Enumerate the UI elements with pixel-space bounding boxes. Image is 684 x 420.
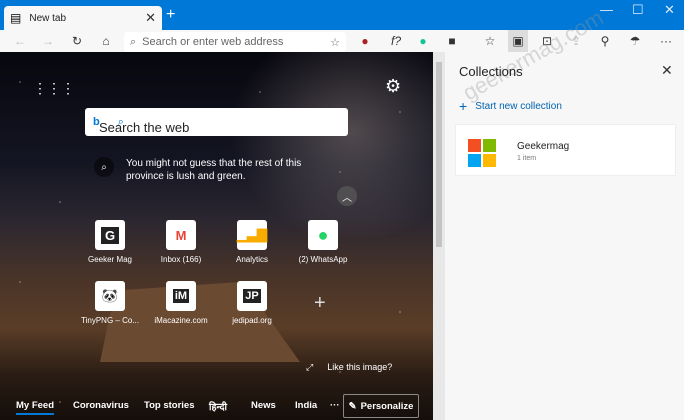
expand-icon: ⤢ xyxy=(306,362,314,372)
collection-count: 1 item xyxy=(517,155,537,162)
feed-more-button[interactable]: ··· xyxy=(330,400,340,411)
new-tab-button[interactable]: + xyxy=(166,6,175,24)
quick-link-imacazine[interactable]: iM iMacazine.com xyxy=(145,281,217,325)
newtab-page-icon: ▤ xyxy=(10,11,22,25)
pencil-icon: ✎ xyxy=(348,400,357,412)
close-panel-icon[interactable]: ✕ xyxy=(661,62,673,79)
home-button[interactable]: ⌂ xyxy=(96,30,116,52)
feed-tab-india[interactable]: India xyxy=(295,400,317,411)
mercury-extension-icon[interactable]: ■ xyxy=(442,30,462,52)
whatsapp-icon: ● xyxy=(308,220,338,250)
tinypng-icon: 🐼 xyxy=(95,281,125,311)
microsoft-logo-icon xyxy=(468,139,496,167)
quick-link-jedipad[interactable]: JP jedipad.org xyxy=(216,281,288,325)
start-new-collection-label: Start new collection xyxy=(475,100,562,112)
minimize-button[interactable]: — xyxy=(600,2,613,17)
image-hint-text: You might not guess that the rest of thi… xyxy=(126,158,302,182)
more-menu-icon[interactable]: ··· xyxy=(656,30,676,52)
function-extension-icon[interactable]: f? xyxy=(386,30,406,52)
refresh-button[interactable]: ↻ xyxy=(67,30,87,52)
feed-tab-my-feed[interactable]: My Feed xyxy=(16,400,55,415)
collection-item[interactable]: Geekermag 1 item xyxy=(455,124,676,176)
favorite-star-icon[interactable]: ☆ xyxy=(330,36,340,49)
search-placeholder: Search the web xyxy=(99,120,190,135)
geekermag-icon: G xyxy=(100,226,120,244)
personalize-label: Personalize xyxy=(360,400,414,412)
feed-tab-top-stories[interactable]: Top stories xyxy=(144,400,195,411)
new-tab-page: ⋮⋮⋮ ⚙ Search the web b ⌕ ⌕ You might not… xyxy=(0,52,433,420)
search-icon: ⌕ xyxy=(94,157,114,177)
tile-label: TinyPNG – Co... xyxy=(81,316,139,325)
like-image-button[interactable]: ⤢ Like this image? xyxy=(306,362,392,373)
close-window-button[interactable]: ✕ xyxy=(664,2,675,18)
quick-link-gmail[interactable]: M Inbox (166) xyxy=(145,220,217,264)
back-button[interactable]: ← xyxy=(10,30,30,52)
quick-link-whatsapp[interactable]: ● (2) WhatsApp xyxy=(287,220,359,264)
extension-icon[interactable]: ● xyxy=(355,30,375,52)
panel-title: Collections xyxy=(459,64,523,79)
image-info[interactable]: ⌕ You might not guess that the rest of t… xyxy=(94,157,314,183)
feed-tab-hindi[interactable]: हिन्दी xyxy=(209,400,227,413)
start-new-collection-button[interactable]: + Start new collection xyxy=(459,98,562,114)
quick-link-tinypng[interactable]: 🐼 TinyPNG – Co... xyxy=(74,281,146,325)
tab-title: New tab xyxy=(29,12,67,24)
chevron-up-icon[interactable]: ︿ xyxy=(337,186,357,206)
read-aloud-icon[interactable]: ⚲ xyxy=(595,30,615,52)
gear-icon[interactable]: ⚙ xyxy=(385,76,401,97)
feed-tab-coronavirus[interactable]: Coronavirus xyxy=(73,400,129,411)
profile-avatar[interactable]: ☂ xyxy=(625,30,645,52)
add-site-button[interactable]: + xyxy=(314,292,326,315)
tile-label: Inbox (166) xyxy=(160,255,202,264)
maximize-button[interactable]: ☐ xyxy=(632,2,644,18)
feed-nav: My Feed Coronavirus Top stories हिन्दी N… xyxy=(0,392,433,420)
forward-button[interactable]: → xyxy=(38,30,58,52)
imacazine-icon: iM xyxy=(172,289,190,303)
collection-name: Geekermag xyxy=(517,141,570,152)
app-launcher-icon[interactable]: ⋮⋮⋮ xyxy=(33,80,75,97)
tile-label: (2) WhatsApp xyxy=(298,255,348,264)
plus-icon: + xyxy=(459,98,468,114)
web-search-input[interactable]: Search the web b ⌕ xyxy=(85,108,348,136)
tile-label: Analytics xyxy=(235,255,268,264)
like-image-label: Like this image? xyxy=(327,362,393,372)
favorites-icon[interactable]: ☆ xyxy=(480,30,500,52)
tile-label: iMacazine.com xyxy=(154,316,208,325)
jedipad-icon: JP xyxy=(243,289,261,303)
tile-label: jedipad.org xyxy=(232,316,272,325)
gmail-icon: M xyxy=(166,220,196,250)
scrollbar-thumb[interactable] xyxy=(436,62,442,247)
address-placeholder: Search or enter web address xyxy=(142,36,284,48)
close-tab-icon[interactable]: ✕ xyxy=(145,10,156,26)
address-bar[interactable]: ⌕ Search or enter web address ☆ xyxy=(124,32,346,52)
quick-link-analytics[interactable]: ▁▃▇ Analytics xyxy=(216,220,288,264)
tab-new-tab[interactable]: ▤ New tab ✕ xyxy=(4,6,162,30)
collections-panel: geekermag.com Collections ✕ + Start new c… xyxy=(445,5,684,420)
feed-tab-news[interactable]: News xyxy=(251,400,276,411)
quick-link-geekermag[interactable]: G Geeker Mag xyxy=(74,220,146,264)
scrollbar[interactable] xyxy=(433,52,445,420)
personalize-button[interactable]: ✎ Personalize xyxy=(343,394,419,418)
tile-label: Geeker Mag xyxy=(87,255,133,264)
analytics-icon: ▁▃▇ xyxy=(237,220,267,250)
search-icon: ⌕ xyxy=(130,35,137,48)
grammarly-icon[interactable]: ● xyxy=(413,30,433,52)
